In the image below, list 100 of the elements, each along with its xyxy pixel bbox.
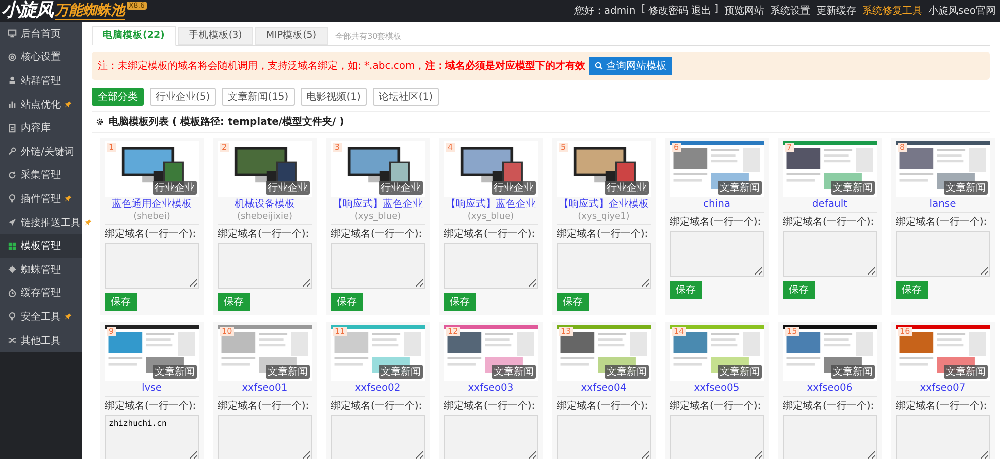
sidebar-item[interactable]: 后台首页	[0, 22, 82, 46]
filter-button[interactable]: 文章新闻(15)	[222, 88, 295, 106]
filter-button[interactable]: 全部分类	[92, 88, 144, 106]
filter-button[interactable]: 论坛社区(1)	[372, 88, 440, 106]
template-link[interactable]: xxfseo06	[807, 383, 853, 394]
sidebar-item[interactable]: 外链/关键词	[0, 140, 82, 164]
template-link[interactable]: 蓝色通用企业模板	[112, 199, 192, 210]
domain-field[interactable]	[783, 415, 877, 459]
template-number: 4	[446, 143, 456, 152]
sidebar-item[interactable]: 核心设置	[0, 46, 82, 70]
domain-field[interactable]	[444, 243, 538, 289]
bracket: [	[642, 4, 646, 17]
person-icon	[8, 76, 17, 86]
domain-field[interactable]	[105, 243, 199, 289]
save-button[interactable]: 保存	[557, 293, 589, 311]
refresh-icon	[8, 170, 17, 180]
domain-field[interactable]	[896, 231, 990, 277]
save-button[interactable]: 保存	[670, 281, 702, 299]
save-button[interactable]: 保存	[105, 293, 137, 311]
category-tag: 文章新闻	[605, 365, 649, 379]
category-tag: 文章新闻	[153, 365, 197, 379]
template-number: 1	[107, 143, 116, 152]
template-link[interactable]: xxfseo04	[581, 383, 627, 394]
category-tag: 文章新闻	[379, 365, 423, 379]
domain-field[interactable]: zhizhuchi.cn	[105, 415, 199, 459]
template-link[interactable]: xxfseo01	[242, 383, 288, 394]
tab[interactable]: 手机模板(3)	[178, 27, 254, 45]
template-link[interactable]: china	[703, 199, 731, 210]
shuffle-icon	[8, 336, 17, 346]
sidebar-item[interactable]: 安全工具	[0, 305, 82, 329]
field-label: 绑定域名(一行一个):	[331, 400, 424, 413]
domain-field[interactable]	[218, 243, 312, 289]
domain-field[interactable]	[670, 415, 764, 459]
sidebar-item[interactable]: 站点优化	[0, 92, 82, 116]
template-link[interactable]: xxfseo05	[694, 383, 740, 394]
category-tag: 文章新闻	[718, 365, 762, 379]
template-link[interactable]: 【响应式】蓝色企业	[446, 199, 536, 210]
filter-button[interactable]: 电影视频(1)	[300, 88, 367, 106]
template-slug: (xys_blue)	[354, 212, 402, 222]
template-link[interactable]: xxfseo03	[468, 383, 514, 394]
template-link[interactable]: lvse	[142, 383, 162, 394]
sidebar-item[interactable]: 其他工具	[0, 328, 82, 352]
save-button[interactable]: 保存	[783, 281, 815, 299]
nav-link[interactable]: 系统修复工具	[862, 4, 923, 18]
sidebar-item[interactable]: 内容库	[0, 116, 82, 140]
template-link[interactable]: xxfseo02	[355, 383, 401, 394]
nav-link[interactable]: 更新缓存	[816, 4, 857, 18]
field-label: 绑定域名(一行一个):	[783, 216, 876, 229]
sidebar-item[interactable]: 模板管理	[0, 234, 82, 258]
domain-field[interactable]	[331, 415, 425, 459]
template-number: 2	[220, 143, 230, 152]
field-label: 绑定域名(一行一个):	[105, 400, 198, 413]
template-number: 3	[333, 143, 342, 152]
domain-field[interactable]	[557, 243, 651, 289]
domain-field[interactable]	[218, 415, 312, 459]
save-button[interactable]: 保存	[444, 293, 476, 311]
bracket: ]	[714, 4, 719, 17]
tab[interactable]: 电脑模板(22)	[92, 26, 176, 46]
sidebar-item[interactable]: 蜘蛛管理	[0, 258, 82, 282]
sidebar-item[interactable]: 链接推送工具	[0, 210, 82, 234]
domain-field[interactable]	[670, 231, 764, 277]
tab[interactable]: MIP模板(5)	[255, 27, 328, 45]
domain-field[interactable]	[896, 415, 990, 459]
template-link[interactable]: default	[812, 199, 848, 210]
account-link[interactable]: 修改密码	[648, 4, 689, 18]
domain-field[interactable]	[331, 243, 425, 289]
nav-link[interactable]: 预览网站	[724, 4, 765, 18]
query-button[interactable]: 查询网站模板	[589, 57, 672, 75]
logo-text: 小旋风	[2, 0, 53, 22]
filter-button[interactable]: 行业企业(5)	[150, 88, 216, 106]
field-label: 绑定域名(一行一个):	[105, 228, 198, 241]
field-label: 绑定域名(一行一个):	[670, 400, 762, 413]
gear-icon	[96, 118, 104, 126]
key-icon	[8, 147, 17, 156]
sidebar-item[interactable]: 缓存管理	[0, 282, 82, 306]
field-label: 绑定域名(一行一个):	[783, 400, 876, 413]
template-number: 8	[898, 143, 908, 152]
domain-field[interactable]	[783, 231, 877, 277]
domain-field[interactable]	[444, 415, 538, 459]
save-button[interactable]: 保存	[896, 281, 928, 299]
account-link[interactable]: 退出	[692, 4, 712, 18]
sidebar-item[interactable]: 插件管理	[0, 187, 82, 211]
field-label: 绑定域名(一行一个):	[444, 400, 536, 413]
save-button[interactable]: 保存	[331, 293, 363, 311]
logo-subtitle: 万能蜘蛛池	[55, 2, 125, 20]
template-link[interactable]: xxfseo07	[920, 383, 966, 394]
nav-link[interactable]: 系统设置	[770, 4, 811, 18]
template-link[interactable]: 【响应式】企业模板	[559, 199, 649, 210]
save-button[interactable]: 保存	[218, 293, 250, 311]
template-number: 11	[333, 327, 348, 336]
sidebar-item[interactable]: 站群管理	[0, 69, 82, 93]
template-link[interactable]: lanse	[930, 199, 956, 210]
domain-field[interactable]	[557, 415, 651, 459]
template-slug: (shebeijixie)	[237, 212, 293, 222]
nav-link[interactable]: 小旋风seo官网	[928, 4, 996, 18]
category-tag: 文章新闻	[492, 365, 536, 379]
template-link[interactable]: 机械设备模板	[235, 199, 295, 210]
category-tag: 行业企业	[153, 181, 197, 195]
template-link[interactable]: 【响应式】蓝色企业	[333, 199, 423, 210]
sidebar-item[interactable]: 采集管理	[0, 164, 82, 188]
